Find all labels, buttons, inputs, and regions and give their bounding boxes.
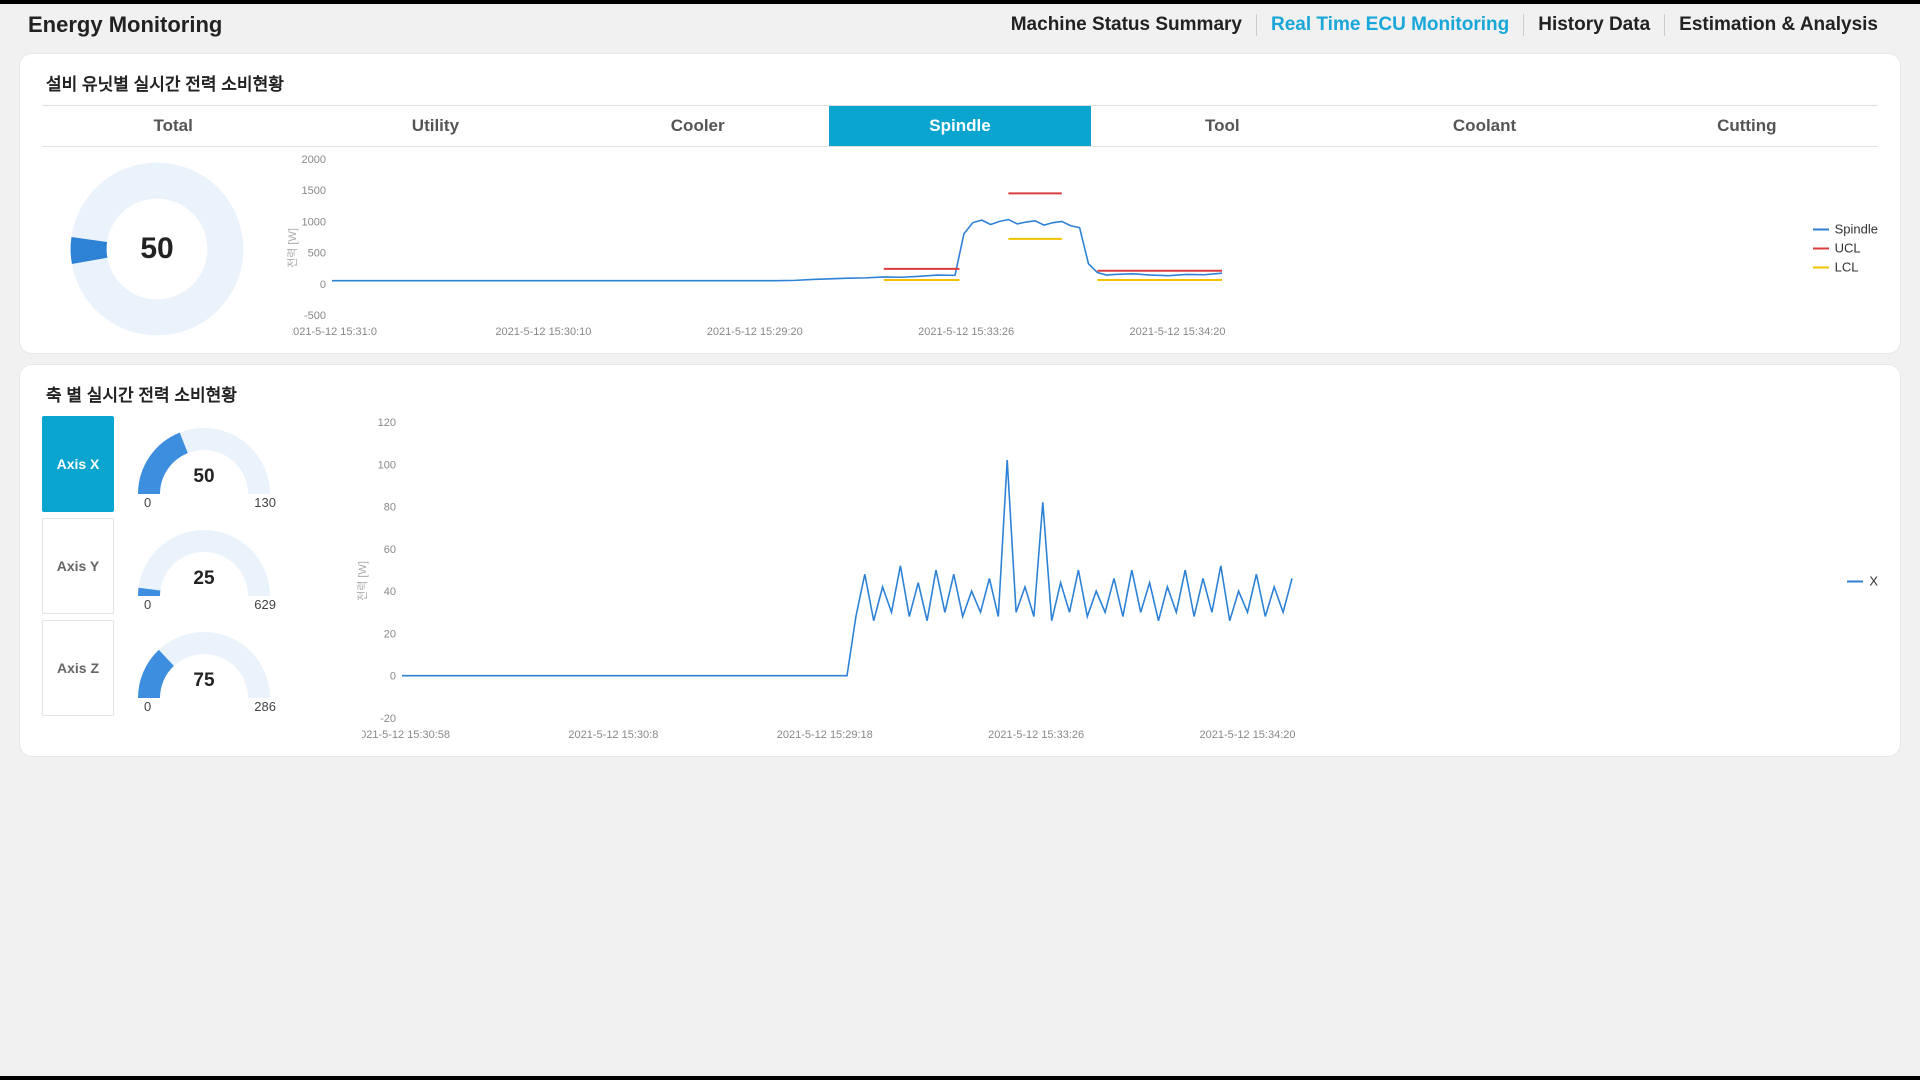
tab-cutting[interactable]: Cutting	[1616, 106, 1878, 146]
tab-cooler[interactable]: Cooler	[567, 106, 829, 146]
svg-text:-20: -20	[380, 713, 396, 725]
tab-tool[interactable]: Tool	[1091, 106, 1353, 146]
axis-legend: X	[1847, 570, 1878, 593]
legend-item-ucl: UCL	[1813, 241, 1878, 256]
axis-button-axis-x[interactable]: Axis X	[42, 416, 114, 512]
gauge-axis-z: 750286	[124, 620, 284, 716]
svg-text:20: 20	[384, 628, 396, 640]
svg-text:2021-5-12 15:34:20: 2021-5-12 15:34:20	[1199, 729, 1295, 741]
nav-item-history-data[interactable]: History Data	[1524, 14, 1664, 36]
tab-total[interactable]: Total	[42, 106, 304, 146]
svg-text:1000: 1000	[302, 216, 326, 228]
main-nav: Machine Status SummaryReal Time ECU Moni…	[997, 14, 1892, 36]
axis-power-card: 축 별 실시간 전력 소비현황 Axis X500130Axis Y250629…	[20, 365, 1900, 756]
svg-text:40: 40	[384, 586, 396, 598]
tab-coolant[interactable]: Coolant	[1353, 106, 1615, 146]
axis-x-chart: 전력 [W] -20 0 20 40 60 80 100 120 2021-5-12 15:30…	[342, 416, 1878, 746]
svg-text:2021-5-12 15:30:10: 2021-5-12 15:30:10	[495, 326, 591, 338]
legend-item-spindle: Spindle	[1813, 222, 1878, 237]
unit-power-card: 설비 유닛별 실시간 전력 소비현황 TotalUtilityCoolerSpi…	[20, 54, 1900, 353]
axis-button-axis-z[interactable]: Axis Z	[42, 620, 114, 716]
svg-text:60: 60	[384, 544, 396, 556]
svg-text:2021-5-12 15:33:26: 2021-5-12 15:33:26	[918, 326, 1014, 338]
spindle-ylabel: 전력 [W]	[284, 228, 300, 268]
svg-text:100: 100	[378, 459, 396, 471]
svg-text:2021-5-12 15:30:8: 2021-5-12 15:30:8	[568, 729, 658, 741]
svg-text:500: 500	[308, 248, 326, 260]
svg-text:2021-5-12 15:29:18: 2021-5-12 15:29:18	[777, 729, 873, 741]
svg-text:1500: 1500	[302, 185, 326, 197]
spindle-donut: 50	[42, 153, 272, 339]
gauge-axis-y: 250629	[124, 518, 284, 614]
axis-selector-panel: Axis X500130Axis Y250629Axis Z750286	[42, 416, 342, 716]
donut-value: 50	[140, 232, 173, 266]
svg-text:80: 80	[384, 502, 396, 514]
svg-text:-500: -500	[304, 310, 326, 322]
spindle-legend: Spindle UCL LCL	[1813, 218, 1878, 279]
tab-utility[interactable]: Utility	[304, 106, 566, 146]
svg-text:0: 0	[320, 279, 326, 291]
svg-text:2021-5-12 15:34:20: 2021-5-12 15:34:20	[1129, 326, 1225, 338]
svg-text:2021-5-12 15:29:20: 2021-5-12 15:29:20	[707, 326, 803, 338]
axis-ylabel: 전력 [W]	[354, 561, 370, 601]
nav-item-real-time-ecu-monitoring[interactable]: Real Time ECU Monitoring	[1257, 14, 1523, 36]
legend-item-lcl: LCL	[1813, 260, 1878, 275]
svg-text:2021-5-12 15:33:26: 2021-5-12 15:33:26	[988, 729, 1084, 741]
axis-button-axis-y[interactable]: Axis Y	[42, 518, 114, 614]
svg-text:2021-5-12 15:31:0: 2021-5-12 15:31:0	[292, 326, 377, 338]
unit-tabs: TotalUtilityCoolerSpindleToolCoolantCutt…	[42, 105, 1878, 147]
nav-item-estimation-analysis[interactable]: Estimation & Analysis	[1665, 14, 1892, 36]
unit-card-title: 설비 유닛별 실시간 전력 소비현황	[42, 68, 1878, 105]
nav-item-machine-status-summary[interactable]: Machine Status Summary	[997, 14, 1256, 36]
spindle-chart: 전력 [W] -500 0 500 1000 1500 2000 2021-5-12 15:…	[272, 153, 1878, 343]
svg-text:0: 0	[390, 671, 396, 683]
svg-text:120: 120	[378, 417, 396, 429]
svg-text:2021-5-12 15:30:58: 2021-5-12 15:30:58	[362, 729, 450, 741]
gauge-axis-x: 500130	[124, 416, 284, 512]
svg-text:2000: 2000	[302, 154, 326, 166]
legend-item-x: X	[1847, 574, 1878, 589]
app-title: Energy Monitoring	[28, 12, 222, 38]
tab-spindle[interactable]: Spindle	[829, 106, 1091, 146]
axis-card-title: 축 별 실시간 전력 소비현황	[42, 379, 1878, 416]
